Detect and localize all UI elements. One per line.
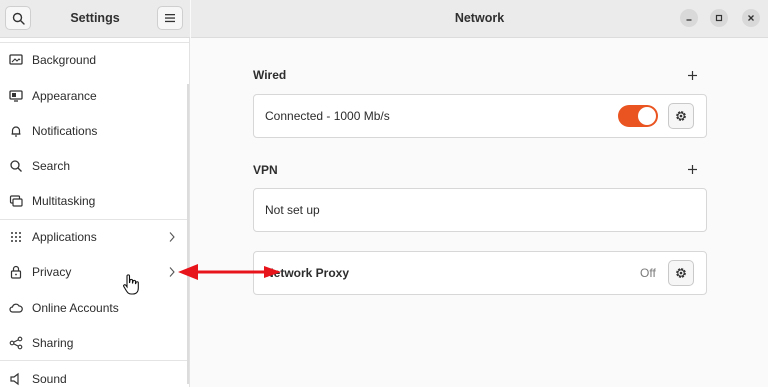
sidebar-item-sharing[interactable]: Sharing	[0, 326, 189, 360]
sidebar-item-label: Multitasking	[32, 194, 96, 208]
lock-icon	[9, 265, 23, 279]
sidebar-item-label: Search	[32, 159, 71, 173]
sidebar-item-notifications[interactable]: Notifications	[0, 114, 189, 148]
sidebar-scrollbar[interactable]	[187, 84, 189, 384]
vpn-row: Not set up	[253, 188, 707, 232]
applications-grid-icon	[9, 230, 23, 244]
sidebar-item-multitasking[interactable]: Multitasking	[0, 184, 189, 218]
maximize-icon	[715, 14, 723, 22]
sidebar-divider	[0, 360, 189, 361]
sidebar-item-label: Privacy	[32, 265, 72, 279]
wired-toggle[interactable]	[618, 105, 658, 127]
sidebar-header: Settings	[0, 0, 190, 38]
plus-icon	[687, 164, 697, 174]
sidebar-item-label: Appearance	[32, 89, 97, 103]
hamburger-menu-icon	[165, 14, 175, 23]
network-proxy-status: Off	[640, 266, 656, 280]
gear-icon	[676, 111, 686, 121]
add-wired-button[interactable]	[684, 67, 700, 83]
sidebar-item-applications[interactable]: Applications	[0, 220, 189, 254]
network-proxy-row[interactable]: Network Proxy Off	[253, 251, 707, 295]
sidebar: Settings Background Appearance Notificat…	[0, 0, 190, 387]
sidebar-search-button[interactable]	[5, 6, 31, 30]
wired-settings-button[interactable]	[668, 103, 694, 129]
plus-icon	[687, 70, 697, 80]
wired-section-title: Wired	[253, 68, 287, 82]
settings-window: Settings Background Appearance Notificat…	[0, 0, 768, 387]
sidebar-item-label: Sound	[32, 372, 67, 386]
share-icon	[9, 336, 23, 350]
add-vpn-button[interactable]	[684, 161, 700, 177]
background-icon	[9, 53, 23, 67]
close-icon	[748, 15, 754, 21]
multitasking-icon	[9, 194, 23, 208]
sidebar-item-appearance[interactable]: Appearance	[0, 79, 189, 113]
minimize-icon	[686, 19, 692, 21]
sidebar-item-label: Sharing	[32, 336, 74, 350]
chevron-right-icon	[167, 265, 177, 279]
bell-icon	[9, 124, 23, 138]
sidebar-item-sound[interactable]: Sound	[0, 362, 189, 387]
sidebar-item-label: Online Accounts	[32, 301, 119, 315]
sidebar-item-label: Background	[32, 53, 97, 67]
sidebar-item-label: Notifications	[32, 124, 98, 138]
sidebar-item-privacy[interactable]: Privacy	[0, 255, 189, 289]
wired-status-text: Connected - 1000 Mb/s	[265, 109, 390, 123]
sidebar-item-online-accounts[interactable]: Online Accounts	[0, 291, 189, 325]
search-icon	[12, 12, 25, 25]
search-icon	[9, 159, 23, 173]
network-proxy-label: Network Proxy	[265, 266, 350, 280]
close-button[interactable]	[742, 9, 760, 27]
main-header: Network	[191, 0, 768, 38]
speaker-icon	[9, 372, 23, 386]
main-menu-button[interactable]	[157, 6, 183, 30]
gear-icon	[676, 268, 686, 278]
cloud-icon	[9, 301, 23, 315]
sidebar-item-search[interactable]: Search	[0, 149, 189, 183]
vpn-section-title: VPN	[253, 163, 278, 177]
sidebar-item-label: Applications	[32, 230, 97, 244]
sidebar-title: Settings	[70, 11, 120, 25]
chevron-right-icon	[167, 230, 177, 244]
appearance-icon	[9, 89, 23, 103]
wired-connection-row: Connected - 1000 Mb/s	[253, 94, 707, 138]
maximize-button[interactable]	[710, 9, 728, 27]
network-proxy-settings-button[interactable]	[668, 260, 694, 286]
toggle-knob	[638, 107, 656, 125]
sidebar-item-background[interactable]: Background	[0, 43, 189, 77]
vpn-status-text: Not set up	[265, 203, 320, 217]
minimize-button[interactable]	[680, 9, 698, 27]
